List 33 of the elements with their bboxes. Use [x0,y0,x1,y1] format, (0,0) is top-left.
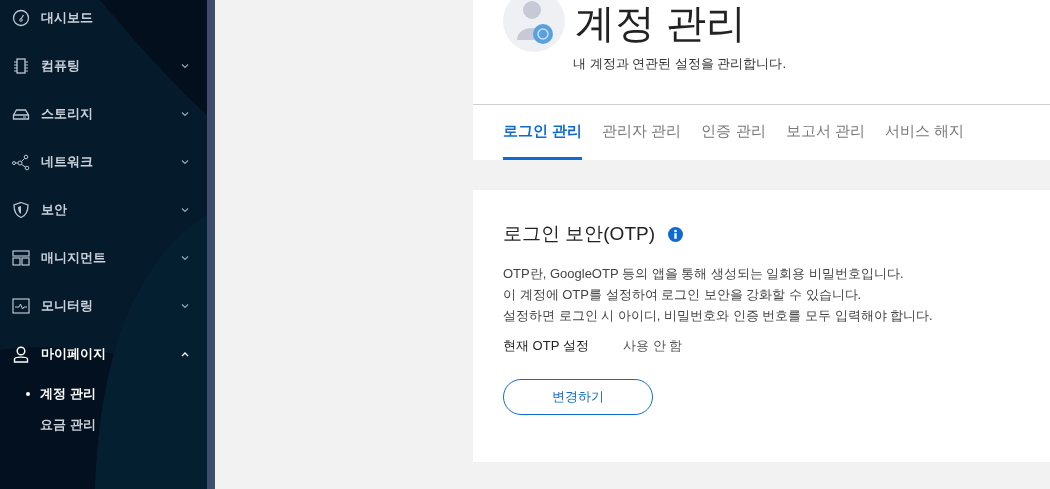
sidebar-subitem[interactable]: 계정 관리 [0,378,207,409]
chip-icon [12,57,30,75]
setting-label: 현재 OTP 설정 [503,336,590,355]
sidebar-subitem[interactable]: 요금 관리 [0,409,207,440]
description-text: 이 계정에 OTP를 설정하여 로그인 보안을 강화할 수 있습니다. [503,285,863,304]
sidebar-item[interactable]: 대시보드 [0,0,207,42]
sidebar-item[interactable]: 보안 [0,186,207,234]
info-icon[interactable] [668,226,683,242]
tab[interactable]: 관리자 관리 [602,105,682,160]
page-subtitle: 내 계정과 연관된 설정을 관리합니다. [573,55,787,73]
user-icon [12,345,30,363]
description-text: OTP란, GoogleOTP 등의 앱을 통해 생성되는 일회용 비밀번호입니다. [503,264,905,283]
user-settings-icon [503,0,565,52]
tab[interactable]: 서비스 해지 [884,105,964,160]
sidebar-item[interactable]: 모니터링 [0,282,207,330]
sidebar-item[interactable]: 스토리지 [0,90,207,138]
tab[interactable]: 로그인 관리 [503,105,583,160]
shield-icon [12,201,30,219]
page-title: 계정 관리 [575,0,747,47]
gauge-icon [12,9,30,27]
sidebar-item[interactable]: 컴퓨팅 [0,42,207,90]
change-button[interactable]: 변경하기 [503,379,653,415]
pulse-monitor-icon [12,297,30,315]
network-icon [12,153,30,171]
tab[interactable]: 보고서 관리 [785,105,865,160]
card-title: 로그인 보안(OTP) [503,222,655,246]
sidebar-item[interactable]: 마이페이지 [0,330,207,378]
description-text: 설정하면 로그인 시 아이디, 비밀번호와 인증 번호를 모두 입력해야 합니다. [503,306,934,325]
sidebar-item[interactable]: 매니지먼트 [0,234,207,282]
server-rack-icon [12,249,30,267]
tab[interactable]: 인증 관리 [701,105,766,160]
sidebar-item[interactable]: 네트워크 [0,138,207,186]
setting-value: 사용 안 함 [623,336,683,355]
